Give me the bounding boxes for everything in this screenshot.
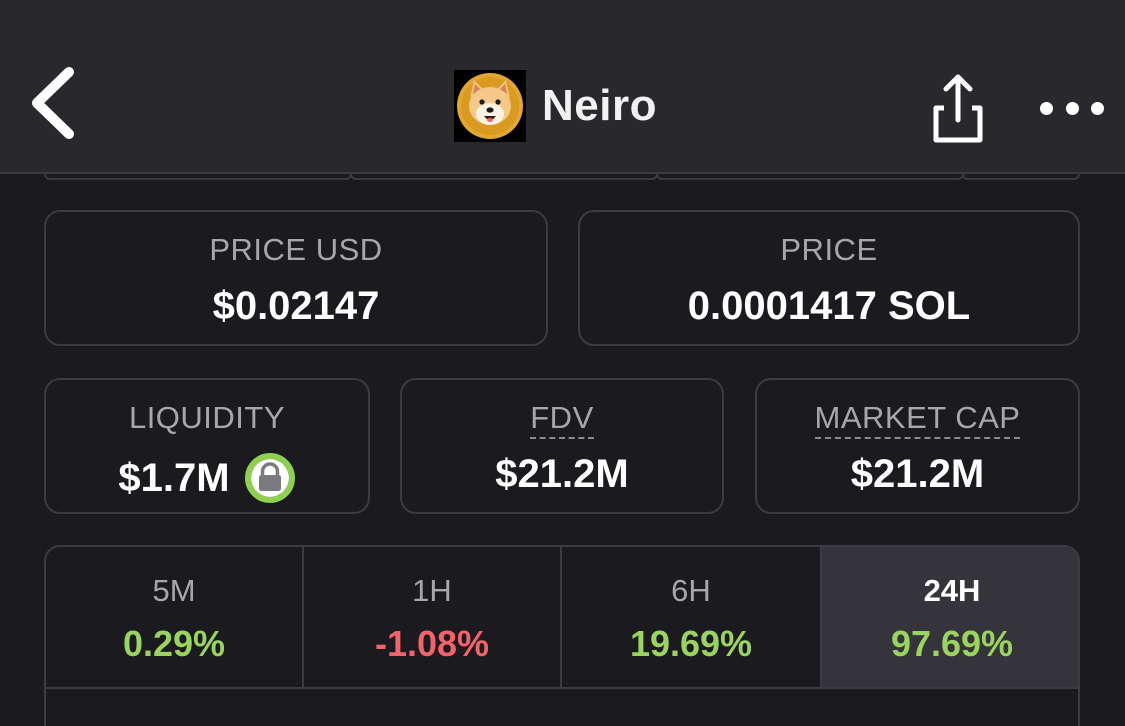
tab-label: 6H	[671, 573, 711, 608]
tab-24h[interactable]: 24H 97.69%	[822, 547, 1078, 689]
top-navbar: Neiro	[0, 0, 1125, 174]
fdv-card[interactable]: FDV $21.2M	[400, 378, 724, 514]
tab-label: 5M	[152, 573, 196, 608]
tab-change-value: 97.69%	[890, 623, 1014, 664]
price-usd-card: PRICE USD $0.02147	[44, 210, 548, 346]
tab-change-value: 0.29%	[122, 623, 226, 664]
tab-label: 1H	[412, 573, 452, 608]
previous-row-remnant	[44, 174, 352, 180]
previous-row-remnant	[962, 174, 1080, 180]
tabs-divider	[46, 687, 1078, 689]
market-cap-card[interactable]: MARKET CAP $21.2M	[755, 378, 1080, 514]
chevron-left-icon	[32, 67, 74, 139]
fdv-value: $21.2M	[495, 452, 629, 496]
price-native-card: PRICE 0.0001417 SOL	[578, 210, 1080, 346]
previous-row-remnant	[350, 174, 658, 180]
fdv-label: FDV	[402, 400, 722, 439]
back-button[interactable]	[22, 62, 82, 144]
timeframe-tabs: 5M 0.29% 1H -1.08% 6H 19.69% 24H 97.69%	[44, 545, 1080, 726]
more-options-button[interactable]	[1040, 88, 1104, 128]
token-title: Neiro	[454, 70, 657, 142]
tab-change-value: 19.69%	[629, 623, 753, 664]
more-horizontal-icon	[1091, 101, 1104, 115]
lock-icon	[244, 452, 296, 504]
more-horizontal-icon	[1065, 101, 1079, 115]
more-horizontal-icon	[1040, 101, 1053, 115]
market-cap-label: MARKET CAP	[757, 400, 1078, 439]
tab-5m[interactable]: 5M 0.29%	[46, 547, 304, 689]
liquidity-card[interactable]: LIQUIDITY $1.7M	[44, 378, 370, 514]
tab-1h[interactable]: 1H -1.08%	[304, 547, 562, 689]
previous-row-remnant	[656, 174, 964, 180]
price-native-label: PRICE	[780, 232, 878, 267]
shiba-dog-logo	[457, 73, 523, 139]
share-icon	[933, 74, 983, 143]
liquidity-value: $1.7M	[46, 452, 368, 504]
tab-change-value: -1.08%	[374, 623, 490, 664]
price-usd-value: $0.02147	[212, 284, 380, 328]
tab-6h[interactable]: 6H 19.69%	[562, 547, 822, 689]
tab-label: 24H	[923, 573, 981, 608]
market-cap-value: $21.2M	[850, 452, 985, 496]
token-name: Neiro	[542, 81, 657, 130]
share-button[interactable]	[928, 70, 988, 146]
token-logo	[454, 70, 526, 142]
liquidity-label: LIQUIDITY	[128, 400, 286, 435]
price-usd-label: PRICE USD	[209, 232, 383, 267]
token-detail-screen: Neiro PRICE USD $0.02147 PRICE 0.0001417…	[0, 0, 1125, 726]
price-native-value: 0.0001417 SOL	[687, 284, 971, 328]
